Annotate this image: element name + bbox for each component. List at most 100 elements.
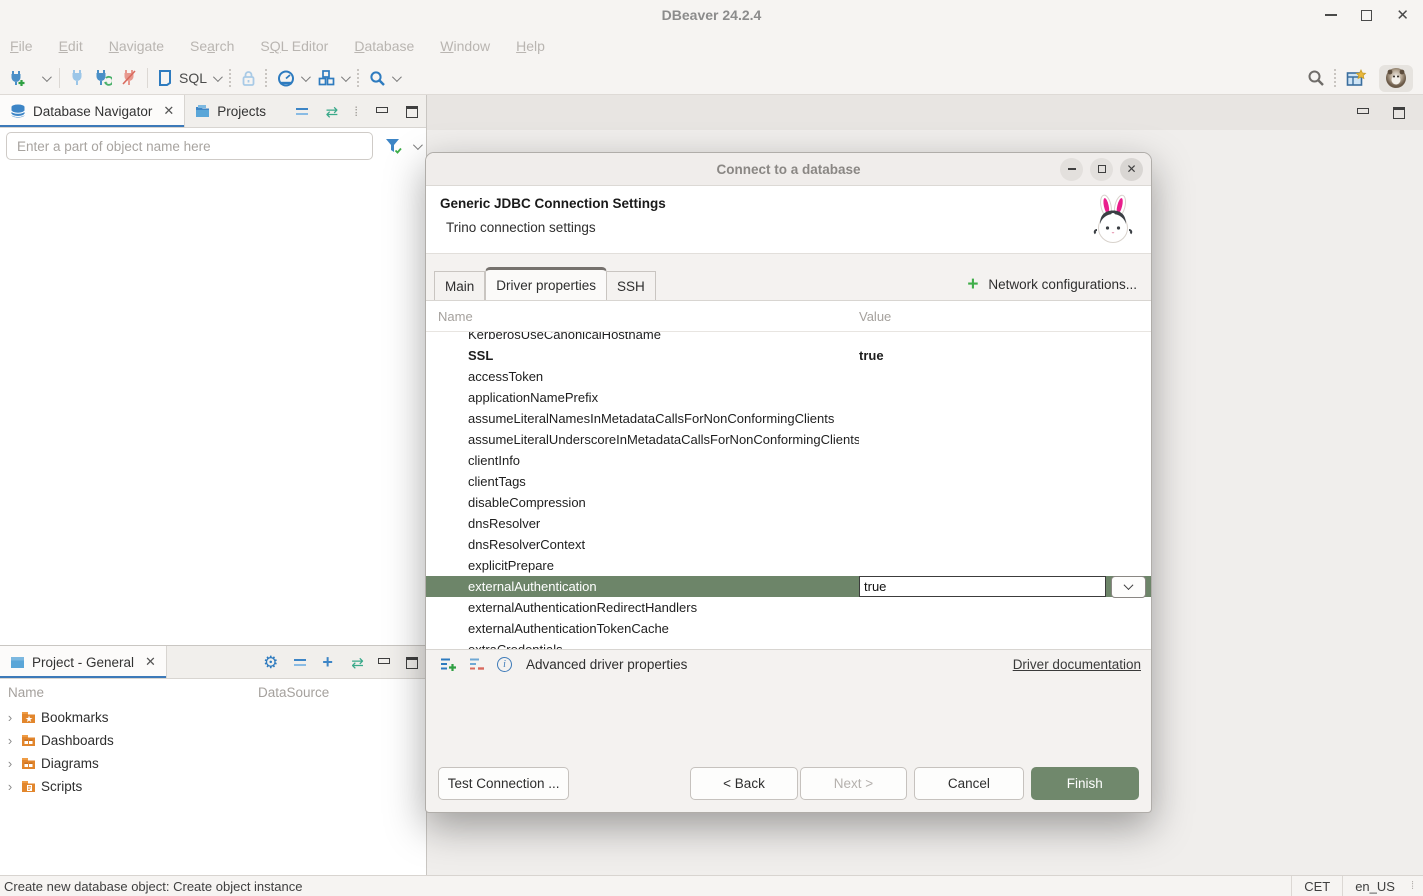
- search-dropdown-icon[interactable]: [392, 72, 402, 82]
- tab-project-general[interactable]: Project - General ✕: [0, 646, 167, 678]
- tree-item-dashboards[interactable]: ›Dashboards: [0, 729, 426, 752]
- dbeaver-avatar-button[interactable]: [1379, 65, 1413, 92]
- timezone-indicator[interactable]: CET: [1291, 876, 1342, 896]
- menu-edit[interactable]: Edit: [59, 38, 83, 54]
- driver-manager-icon[interactable]: [318, 70, 335, 86]
- table-rows-viewport[interactable]: KerberosUseCanonicalHostnameSSLtrueacces…: [426, 332, 1151, 649]
- driver-documentation-link[interactable]: Driver documentation: [1013, 657, 1141, 672]
- menu-sql-editor[interactable]: SQL Editor: [260, 38, 328, 54]
- table-row[interactable]: assumeLiteralNamesInMetadataCallsForNonC…: [426, 408, 1151, 429]
- tab-close-icon[interactable]: ✕: [145, 654, 156, 670]
- connect-icon[interactable]: [70, 70, 84, 86]
- chevron-right-icon[interactable]: ›: [4, 710, 16, 725]
- menu-navigate[interactable]: Navigate: [109, 38, 164, 54]
- collapse-all-icon[interactable]: [294, 659, 306, 666]
- dialog-minimize-icon[interactable]: [1060, 158, 1083, 181]
- collapse-all-icon[interactable]: [296, 108, 308, 115]
- add-property-icon[interactable]: [440, 657, 457, 672]
- tree-item-diagrams[interactable]: ›Diagrams: [0, 752, 426, 775]
- dialog-tab-ssh[interactable]: SSH: [607, 271, 656, 300]
- dialog-titlebar[interactable]: Connect to a database ✕: [426, 153, 1151, 186]
- network-configurations-button[interactable]: + Network configurations...: [967, 277, 1137, 292]
- column-value[interactable]: Value: [859, 309, 891, 324]
- table-row[interactable]: accessToken: [426, 366, 1151, 387]
- back-button[interactable]: < Back: [690, 767, 797, 800]
- new-connection-icon[interactable]: [8, 70, 26, 87]
- expand-all-icon[interactable]: [322, 656, 335, 669]
- reconnect-icon[interactable]: [94, 70, 112, 86]
- menu-file[interactable]: File: [10, 38, 33, 54]
- tab-database-navigator[interactable]: Database Navigator ✕: [0, 95, 185, 127]
- menu-search[interactable]: Search: [190, 38, 234, 54]
- new-connection-dropdown-icon[interactable]: [42, 72, 52, 82]
- panel-minimize-icon[interactable]: [378, 658, 390, 664]
- table-row[interactable]: clientInfo: [426, 450, 1151, 471]
- menu-help[interactable]: Help: [516, 38, 545, 54]
- editor-minimize-icon[interactable]: [1357, 108, 1369, 114]
- tab-close-icon[interactable]: ✕: [163, 103, 174, 119]
- filter-settings-icon[interactable]: [385, 138, 403, 154]
- column-datasource[interactable]: DataSource: [258, 685, 329, 700]
- chevron-right-icon[interactable]: ›: [4, 756, 16, 771]
- locale-indicator[interactable]: en_US: [1342, 876, 1407, 896]
- gear-icon[interactable]: ⚙: [263, 653, 278, 673]
- view-menu-icon[interactable]: ⁞: [354, 107, 358, 117]
- next-button[interactable]: Next >: [800, 767, 907, 800]
- window-minimize-icon[interactable]: [1325, 14, 1337, 16]
- link-with-editor-icon[interactable]: ⇄: [326, 103, 337, 121]
- object-filter-input[interactable]: [6, 132, 373, 160]
- table-row[interactable]: assumeLiteralUnderscoreInMetadataCallsFo…: [426, 429, 1151, 450]
- perspective-icon[interactable]: [1346, 69, 1367, 88]
- dialog-tab-main[interactable]: Main: [434, 271, 485, 300]
- window-close-icon[interactable]: ✕: [1396, 8, 1409, 23]
- value-dropdown-button[interactable]: [1111, 576, 1146, 598]
- driver-dropdown-icon[interactable]: [341, 72, 351, 82]
- tree-item-scripts[interactable]: ›Scripts: [0, 775, 426, 798]
- panel-maximize-icon[interactable]: [406, 657, 418, 669]
- sql-editor-dropdown-icon[interactable]: [213, 72, 223, 82]
- dialog-maximize-icon[interactable]: [1090, 158, 1113, 181]
- filter-dropdown-icon[interactable]: [413, 140, 423, 150]
- tree-item-bookmarks[interactable]: ›★Bookmarks: [0, 706, 426, 729]
- toolbar-search-icon[interactable]: [369, 70, 386, 87]
- chevron-right-icon[interactable]: ›: [4, 733, 16, 748]
- table-row[interactable]: explicitPrepare: [426, 555, 1151, 576]
- panel-minimize-icon[interactable]: [376, 107, 388, 113]
- menu-window[interactable]: Window: [440, 38, 490, 54]
- table-row[interactable]: dnsResolverContext: [426, 534, 1151, 555]
- lock-icon[interactable]: [241, 70, 256, 87]
- table-row[interactable]: clientTags: [426, 471, 1151, 492]
- tab-projects[interactable]: Projects: [185, 95, 276, 127]
- finish-button[interactable]: Finish: [1031, 767, 1139, 800]
- dialog-tab-driver-properties[interactable]: Driver properties: [485, 267, 607, 300]
- table-row[interactable]: KerberosUseCanonicalHostname: [426, 332, 1151, 345]
- dashboard-dropdown-icon[interactable]: [301, 72, 311, 82]
- table-row[interactable]: externalAuthenticationRedirectHandlers: [426, 597, 1151, 618]
- test-connection-button[interactable]: Test Connection ...: [438, 767, 569, 800]
- global-search-icon[interactable]: [1307, 69, 1325, 87]
- window-maximize-icon[interactable]: [1361, 10, 1372, 21]
- menu-database[interactable]: Database: [354, 38, 414, 54]
- column-name[interactable]: Name: [426, 309, 859, 324]
- panel-maximize-icon[interactable]: [406, 106, 418, 118]
- property-value-input[interactable]: [859, 576, 1106, 597]
- disconnect-icon[interactable]: [122, 70, 137, 86]
- editor-maximize-icon[interactable]: [1393, 107, 1405, 119]
- table-row[interactable]: dnsResolver: [426, 513, 1151, 534]
- remove-property-icon[interactable]: [469, 658, 485, 671]
- navigator-tree-body[interactable]: [0, 164, 426, 645]
- dashboard-gauge-icon[interactable]: [277, 70, 295, 87]
- table-row[interactable]: SSLtrue: [426, 345, 1151, 366]
- sql-editor-icon[interactable]: [158, 69, 173, 87]
- column-name[interactable]: Name: [0, 685, 258, 700]
- dialog-close-icon[interactable]: ✕: [1120, 158, 1143, 181]
- cancel-button[interactable]: Cancel: [914, 767, 1023, 800]
- table-row[interactable]: externalAuthentication: [426, 576, 1151, 597]
- table-row[interactable]: disableCompression: [426, 492, 1151, 513]
- sql-editor-label[interactable]: SQL: [179, 70, 207, 86]
- chevron-right-icon[interactable]: ›: [4, 779, 16, 794]
- table-row[interactable]: externalAuthenticationTokenCache: [426, 618, 1151, 639]
- table-row[interactable]: extraCredentials: [426, 639, 1151, 649]
- link-with-editor-icon[interactable]: ⇄: [351, 654, 362, 672]
- table-row[interactable]: applicationNamePrefix: [426, 387, 1151, 408]
